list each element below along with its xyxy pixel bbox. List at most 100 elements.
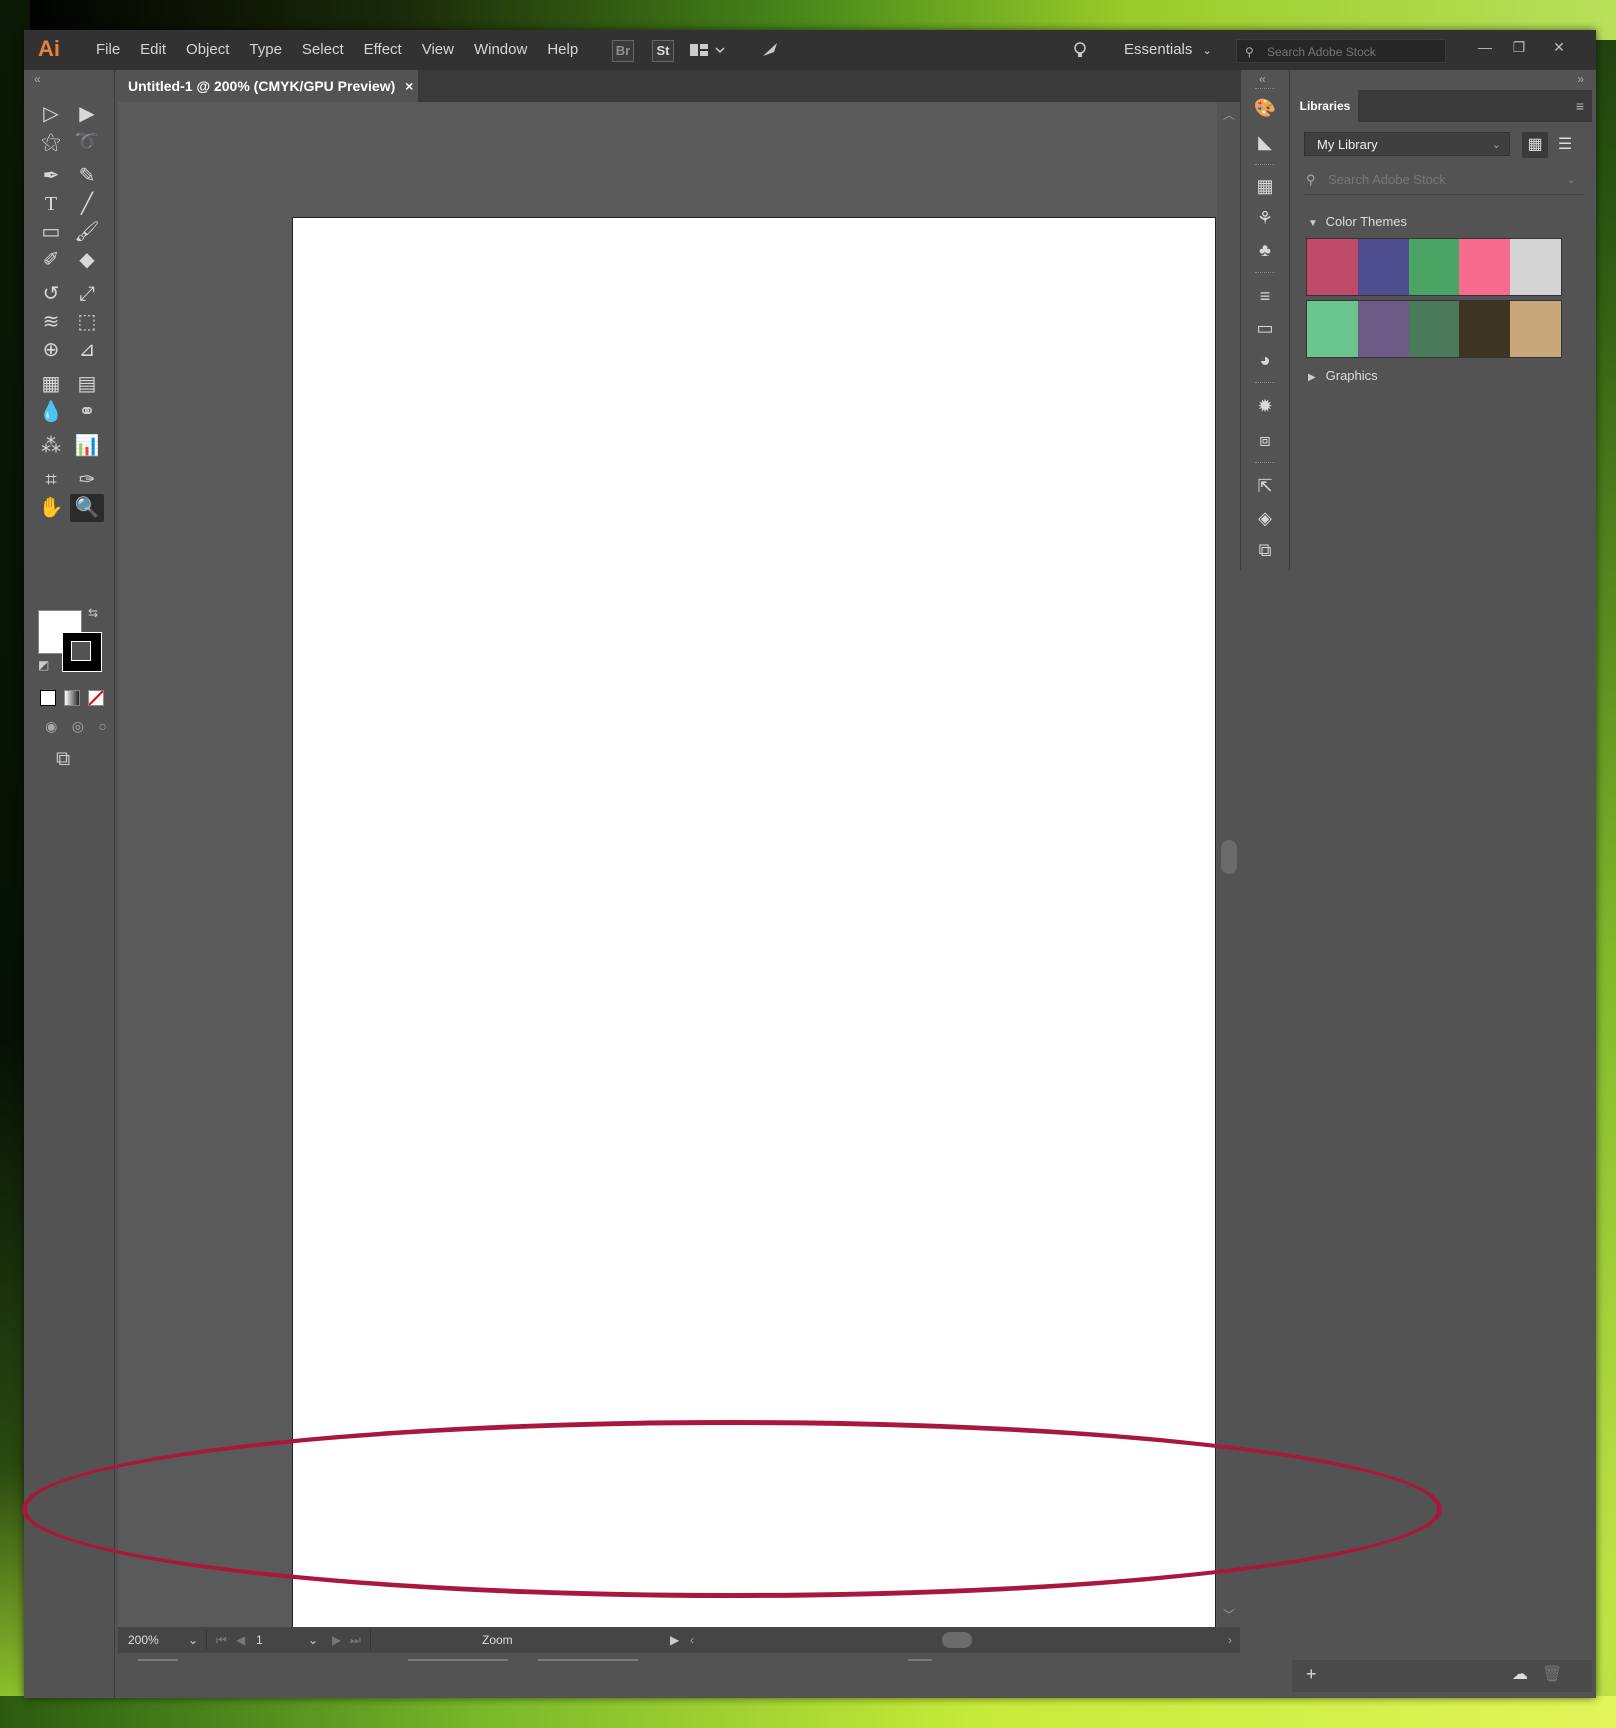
grid-view-icon[interactable]: ▦	[1522, 132, 1548, 158]
vertical-scroll-thumb[interactable]	[1221, 840, 1237, 874]
bridge-button[interactable]: Br	[612, 40, 634, 62]
eyedropper-tool-icon[interactable]: 💧	[34, 398, 68, 426]
collapse-libraries-icon[interactable]: »	[1577, 72, 1584, 86]
stock-button[interactable]: St	[652, 40, 674, 62]
mesh-tool-icon[interactable]: ▦	[34, 370, 68, 398]
transparency-icon[interactable]: ◕	[1253, 348, 1277, 372]
paintbrush-tool-icon[interactable]: 🖌	[70, 218, 104, 246]
swap-fill-stroke-icon[interactable]: ⇆	[88, 606, 98, 620]
color-theme-2[interactable]	[1306, 300, 1562, 358]
previous-artboard-icon[interactable]: ◀	[236, 1627, 245, 1653]
minimize-icon[interactable]: —	[1470, 30, 1500, 64]
none-mode-icon[interactable]	[88, 690, 104, 706]
color-guide-icon[interactable]: 🎨	[1253, 96, 1277, 120]
screen-mode-icon[interactable]: ⧉	[56, 748, 70, 771]
lasso-tool-icon[interactable]: ➰	[70, 128, 104, 156]
scroll-right-icon[interactable]: ›	[1228, 1627, 1232, 1653]
add-content-icon[interactable]: +	[1306, 1664, 1317, 1685]
collapse-panel-icon[interactable]: «	[34, 72, 41, 86]
rotate-tool-icon[interactable]: ↺	[34, 280, 68, 308]
menu-view[interactable]: View	[412, 30, 464, 70]
draw-behind-icon[interactable]: ◎	[72, 718, 84, 735]
pen-tool-icon[interactable]: ✒	[34, 162, 68, 190]
brushes-icon[interactable]: ⚘	[1253, 206, 1277, 230]
color-themes-header[interactable]: ▼ Color Themes	[1308, 214, 1407, 229]
scale-tool-icon[interactable]: ⤢	[70, 280, 104, 308]
trash-icon[interactable]: 🗑	[1542, 1664, 1562, 1684]
blend-tool-icon[interactable]: ⚭	[70, 398, 104, 426]
menu-effect[interactable]: Effect	[354, 30, 412, 70]
maximize-icon[interactable]: ❐	[1504, 30, 1534, 64]
close-tab-icon[interactable]: ×	[405, 78, 413, 94]
status-menu-icon[interactable]: ▶	[670, 1627, 679, 1653]
layers-icon[interactable]: ◈	[1253, 506, 1277, 530]
zoom-tool-icon[interactable]: 🔍	[70, 494, 104, 522]
list-view-icon[interactable]: ☰	[1552, 132, 1578, 158]
zoom-dropdown-chevron-icon[interactable]: ⌄	[188, 1627, 198, 1653]
close-icon[interactable]: ✕	[1544, 30, 1574, 64]
gradient-icon[interactable]: ▭	[1253, 316, 1277, 340]
scroll-down-icon[interactable]: ﹀	[1223, 1606, 1235, 1623]
artboard-number-field[interactable]: 1	[254, 1630, 304, 1650]
type-tool-icon[interactable]: T	[34, 190, 68, 218]
menu-object[interactable]: Object	[176, 30, 239, 70]
canvas-area[interactable]: ︿ ﹀	[118, 102, 1240, 1629]
menu-edit[interactable]: Edit	[130, 30, 176, 70]
artboard[interactable]	[292, 217, 1216, 1629]
horizontal-scroll-thumb[interactable]	[942, 1632, 972, 1648]
rectangle-tool-icon[interactable]: ▭	[34, 218, 68, 246]
perspective-grid-tool-icon[interactable]: ⊿	[70, 336, 104, 364]
stroke-color-swatch[interactable]	[62, 632, 102, 672]
graphic-styles-icon[interactable]: ⧈	[1253, 428, 1277, 452]
zoom-level-field[interactable]: 200%	[126, 1630, 186, 1650]
stock-search-input[interactable]: ⚲ Search Adobe Stock	[1236, 39, 1446, 63]
menu-type[interactable]: Type	[239, 30, 292, 70]
magic-wand-tool-icon[interactable]: ⚝	[34, 128, 68, 156]
appearance-icon[interactable]: ✹	[1253, 394, 1277, 418]
free-transform-tool-icon[interactable]: ⬚	[70, 308, 104, 336]
shape-builder-tool-icon[interactable]: ⊕	[34, 336, 68, 364]
gradient-mode-icon[interactable]	[64, 690, 80, 706]
draw-normal-icon[interactable]: ◉	[45, 718, 57, 735]
hand-tool-icon[interactable]: ✋	[34, 494, 68, 522]
expand-panels-icon[interactable]: «	[1259, 72, 1266, 86]
selection-tool-icon[interactable]: ▷	[34, 100, 68, 128]
menu-file[interactable]: File	[86, 30, 130, 70]
arrange-documents-icon[interactable]	[688, 40, 728, 60]
search-scope-chevron-icon[interactable]: ⌄	[1567, 166, 1576, 194]
library-select[interactable]: My Library ⌄	[1304, 132, 1510, 156]
draw-inside-icon[interactable]: ○	[98, 718, 106, 735]
shaper-tool-icon[interactable]: ✐	[34, 246, 68, 274]
library-search-input[interactable]: ⚲ Search Adobe Stock ⌄	[1304, 166, 1584, 195]
libraries-tab[interactable]: Libraries	[1292, 90, 1358, 122]
panel-menu-icon[interactable]: ≡	[1576, 98, 1584, 114]
next-artboard-icon[interactable]: ▶	[332, 1627, 341, 1653]
menu-select[interactable]: Select	[292, 30, 354, 70]
graphics-header[interactable]: ▶ Graphics	[1308, 368, 1378, 383]
column-graph-tool-icon[interactable]: 📊	[70, 432, 104, 460]
symbols-icon[interactable]: ♣	[1253, 238, 1277, 262]
eraser-tool-icon[interactable]: ◆	[70, 246, 104, 274]
swatches-icon[interactable]: ▦	[1253, 174, 1277, 198]
direct-selection-tool-icon[interactable]: ▶	[70, 100, 104, 128]
menu-help[interactable]: Help	[537, 30, 588, 70]
menu-window[interactable]: Window	[464, 30, 537, 70]
first-artboard-icon[interactable]: ⏮	[216, 1627, 227, 1653]
vertical-scrollbar[interactable]: ︿ ﹀	[1217, 102, 1240, 1627]
document-tab[interactable]: Untitled-1 @ 200% (CMYK/GPU Preview) ×	[118, 70, 418, 102]
last-artboard-icon[interactable]: ⏭	[350, 1627, 361, 1653]
workspace-switcher[interactable]: Essentials ⌄	[1124, 30, 1212, 71]
artboards-icon[interactable]: ⧉	[1253, 538, 1277, 562]
width-tool-icon[interactable]: ≋	[34, 308, 68, 336]
scroll-left-icon[interactable]: ‹	[690, 1627, 694, 1653]
default-fill-stroke-icon[interactable]: ◩	[38, 658, 49, 672]
gpu-performance-icon[interactable]	[760, 40, 780, 60]
color-theme-1[interactable]	[1306, 238, 1562, 296]
lightbulb-icon[interactable]	[1070, 40, 1090, 60]
creative-cloud-sync-icon[interactable]: ☁	[1512, 1664, 1528, 1684]
symbol-sprayer-tool-icon[interactable]: ⁂	[34, 432, 68, 460]
stroke-icon[interactable]: ≡	[1253, 284, 1277, 308]
artboard-dropdown-chevron-icon[interactable]: ⌄	[308, 1627, 318, 1653]
curvature-tool-icon[interactable]: ✎	[70, 162, 104, 190]
line-tool-icon[interactable]: ╱	[70, 190, 104, 218]
